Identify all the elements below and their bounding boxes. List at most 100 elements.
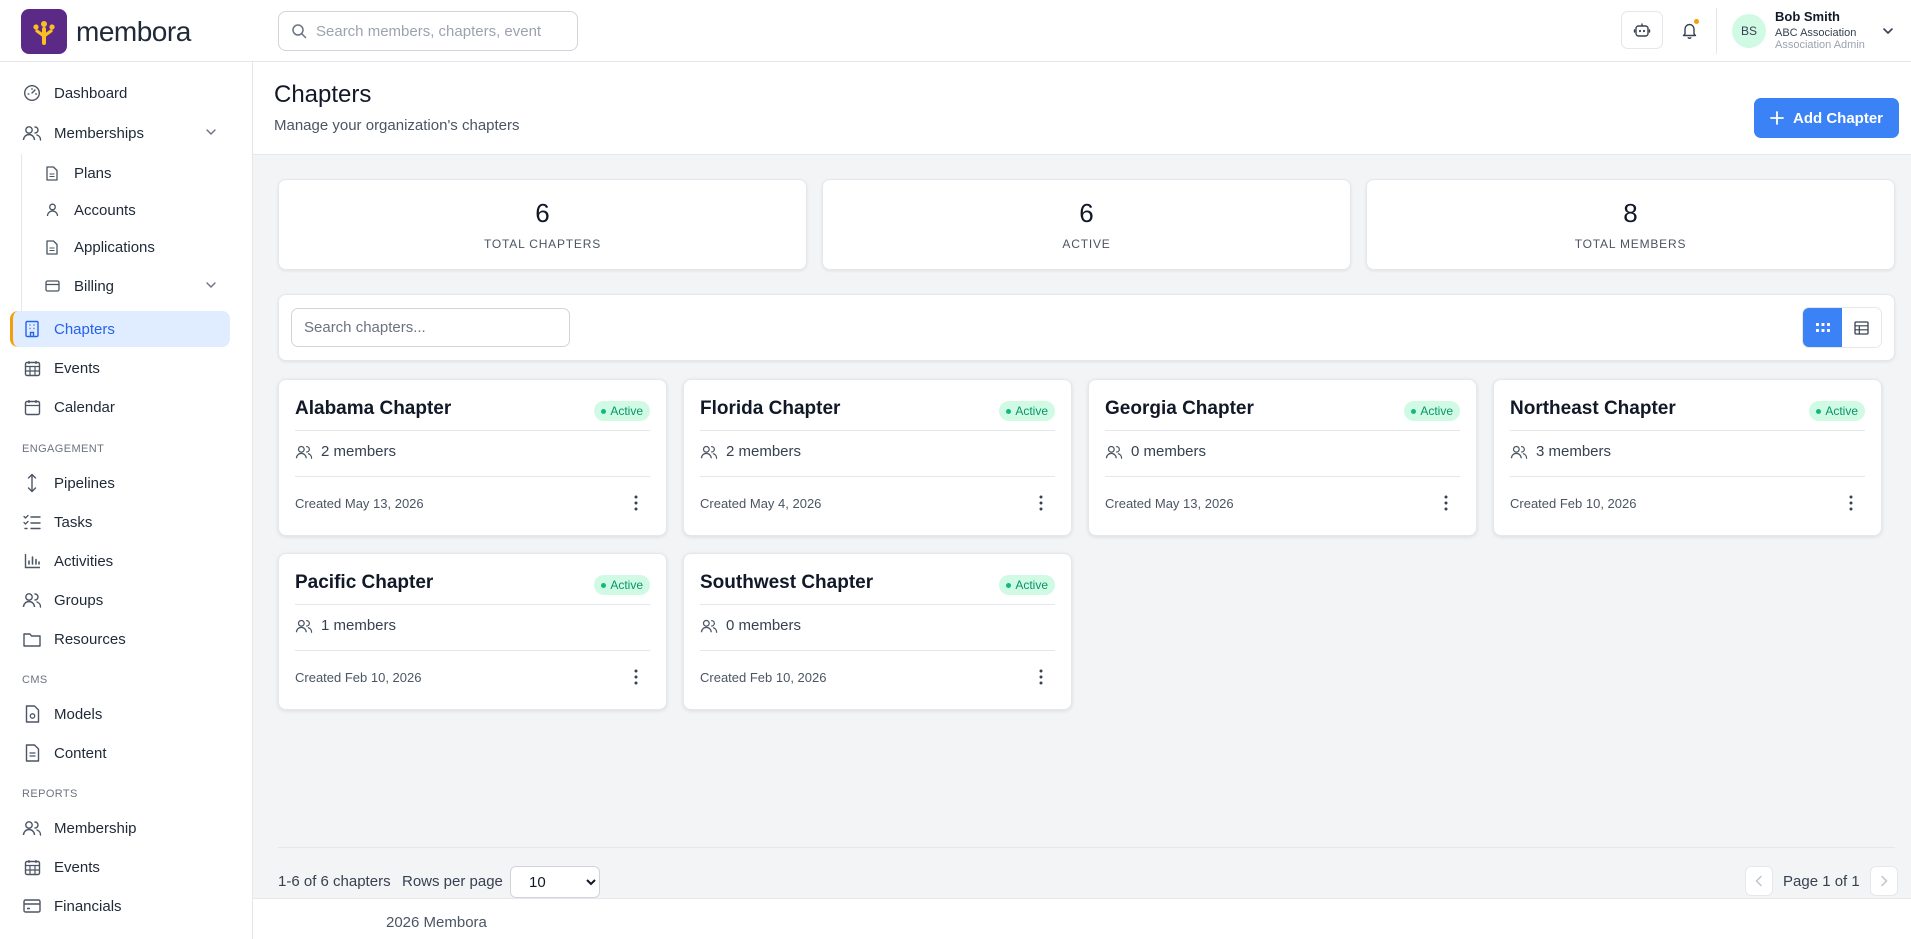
chapter-search-input[interactable] [291, 308, 570, 347]
card-menu-button[interactable] [626, 665, 646, 689]
sidebar-item-tasks[interactable]: Tasks [10, 504, 230, 540]
sidebar-item-dashboard[interactable]: Dashboard [10, 75, 230, 111]
sidebar-item-calendar[interactable]: Calendar [10, 389, 230, 425]
assistant-button[interactable] [1621, 11, 1663, 49]
status-badge: Active [594, 401, 650, 421]
sidebar-item-applications[interactable]: Applications [32, 229, 230, 265]
sidebar-item-accounts[interactable]: Accounts [32, 192, 230, 228]
chevron-down-icon [204, 278, 218, 292]
status-text: Active [1420, 404, 1453, 418]
pager: Page 1 of 1 [1745, 866, 1898, 896]
copyright-text: 2026 Membora [386, 914, 487, 931]
user-org: ABC Association [1775, 26, 1857, 39]
chapter-card[interactable]: Southwest Chapter Active 0 members Creat… [683, 553, 1072, 710]
status-dot-icon [1006, 582, 1012, 588]
card-menu-button[interactable] [1841, 491, 1861, 515]
section-label-engagement: ENGAGEMENT [22, 443, 105, 455]
chapter-name: Georgia Chapter [1105, 398, 1254, 419]
next-page-button[interactable] [1869, 866, 1898, 896]
header-divider [1716, 8, 1717, 54]
view-toggle [1802, 307, 1882, 348]
app-footer: 2026 Membora [253, 898, 1911, 939]
global-search-input[interactable] [316, 22, 541, 40]
sidebar-item-events[interactable]: Events [10, 350, 230, 386]
divider [295, 430, 650, 431]
users-icon [1510, 444, 1528, 460]
member-count: 2 members [295, 443, 396, 460]
users-icon [22, 123, 42, 143]
sidebar-item-pipelines[interactable]: Pipelines [10, 465, 230, 501]
card-menu-button[interactable] [1031, 491, 1051, 515]
chevron-down-icon[interactable] [1881, 24, 1895, 38]
users-icon [295, 444, 313, 460]
sidebar-item-membership-report[interactable]: Membership [10, 810, 230, 846]
add-chapter-button[interactable]: Add Chapter [1754, 98, 1899, 138]
status-badge: Active [999, 401, 1055, 421]
status-dot-icon [1411, 408, 1417, 414]
sidebar-item-financials[interactable]: Financials [10, 888, 230, 924]
chapter-card[interactable]: Georgia Chapter Active 0 members Created… [1088, 379, 1477, 536]
calendar-grid-icon [22, 857, 42, 877]
member-count: 0 members [1105, 443, 1206, 460]
credit-card-icon [44, 276, 60, 296]
rows-per-page-select[interactable]: 10 [510, 866, 600, 898]
sidebar-item-label: Groups [54, 591, 104, 609]
sidebar-item-groups[interactable]: Groups [10, 582, 230, 618]
user-menu[interactable]: BS Bob Smith ABC Association Association… [1732, 8, 1895, 54]
chapter-name: Pacific Chapter [295, 572, 434, 593]
pagination-divider [278, 847, 1895, 848]
stat-value: 8 [1623, 198, 1638, 228]
card-menu-button[interactable] [1436, 491, 1456, 515]
divider [295, 604, 650, 605]
sidebar-item-events-report[interactable]: Events [10, 849, 230, 885]
divider [700, 430, 1055, 431]
card-menu-button[interactable] [1031, 665, 1051, 689]
previous-page-button[interactable] [1745, 866, 1773, 896]
sidebar-item-activities[interactable]: Activities [10, 543, 230, 579]
chevron-left-icon [1754, 875, 1764, 887]
section-label-reports: REPORTS [22, 788, 78, 800]
table-view-button[interactable] [1842, 308, 1881, 347]
sidebar-item-label: Chapters [54, 320, 115, 338]
chapter-card[interactable]: Florida Chapter Active 2 members Created… [683, 379, 1072, 536]
grid-view-button[interactable] [1803, 308, 1842, 347]
chapter-card[interactable]: Northeast Chapter Active 3 members Creat… [1493, 379, 1882, 536]
stat-value: 6 [1079, 198, 1094, 228]
chapter-name: Florida Chapter [700, 398, 841, 419]
card-menu-button[interactable] [626, 491, 646, 515]
sidebar-item-resources[interactable]: Resources [10, 621, 230, 657]
calendar-icon [22, 397, 42, 417]
status-badge: Active [1809, 401, 1865, 421]
member-count: 1 members [295, 617, 396, 634]
created-date: Created May 13, 2026 [1105, 496, 1234, 511]
created-date: Created May 4, 2026 [700, 496, 822, 511]
sidebar-item-label: Financials [54, 897, 122, 915]
sidebar-item-memberships[interactable]: Memberships [10, 115, 230, 151]
sidebar-item-billing[interactable]: Billing [32, 268, 230, 304]
stat-label: TOTAL CHAPTERS [484, 237, 601, 251]
page-title: Chapters [274, 81, 372, 108]
member-count: 0 members [700, 617, 801, 634]
member-count: 3 members [1510, 443, 1611, 460]
grid-icon [1815, 322, 1830, 333]
member-count-text: 0 members [726, 617, 802, 634]
chapter-name: Southwest Chapter [700, 572, 874, 593]
notifications-button[interactable] [1670, 11, 1708, 49]
member-count-text: 2 members [321, 443, 397, 460]
sidebar-item-plans[interactable]: Plans [32, 155, 230, 191]
sidebar-item-content[interactable]: Content [10, 735, 230, 771]
chapter-card[interactable]: Alabama Chapter Active 2 members Created… [278, 379, 667, 536]
member-count-text: 1 members [321, 617, 397, 634]
sidebar-item-chapters[interactable]: Chapters [10, 311, 230, 347]
sidebar-item-models[interactable]: Models [10, 696, 230, 732]
chapter-name: Alabama Chapter [295, 398, 452, 419]
sidebar-item-label: Resources [54, 630, 126, 648]
logo[interactable]: membora [21, 9, 191, 54]
bar-chart-icon [22, 551, 42, 571]
global-search[interactable] [278, 11, 578, 51]
page-indicator: Page 1 of 1 [1783, 872, 1860, 890]
plus-icon [1770, 111, 1784, 125]
chapter-card[interactable]: Pacific Chapter Active 1 members Created… [278, 553, 667, 710]
top-bar: membora BS Bob Smith ABC Association Ass… [0, 0, 1911, 62]
user-info: Bob Smith ABC Association Association Ad… [1775, 9, 1879, 52]
